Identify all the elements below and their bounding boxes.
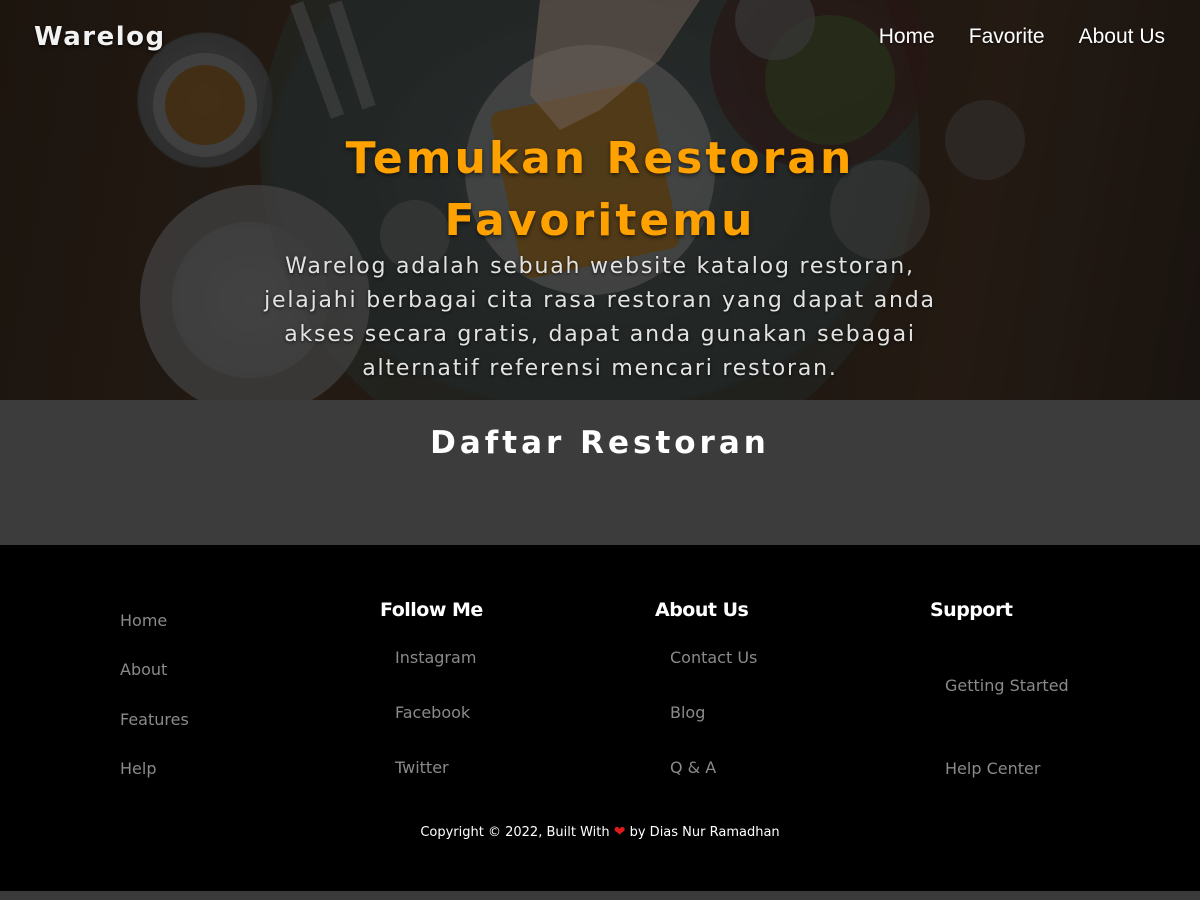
heart-icon: ❤ (613, 824, 626, 840)
restaurant-list-title: Daftar Restoran (430, 425, 770, 461)
footer-link-instagram[interactable]: Instagram (395, 647, 476, 669)
footer-link-features[interactable]: Features (120, 709, 189, 731)
copyright-prefix: Copyright © 2022, Built With (420, 825, 610, 840)
footer: Home About Features Help Follow Me Insta… (0, 545, 1200, 891)
bottom-strip (0, 891, 1200, 900)
footer-link-about[interactable]: About (120, 659, 167, 681)
brand-logo[interactable]: Warelog (34, 20, 166, 54)
footer-link-blog[interactable]: Blog (670, 702, 705, 724)
nav-about-us[interactable]: About Us (1079, 22, 1165, 52)
nav-favorite[interactable]: Favorite (969, 22, 1045, 52)
copyright-text: Copyright © 2022, Built With ❤ by Dias N… (0, 823, 1200, 842)
copyright-author: by Dias Nur Ramadhan (629, 825, 780, 840)
footer-heading-follow-me: Follow Me (380, 599, 483, 621)
footer-link-help[interactable]: Help (120, 758, 156, 780)
footer-link-qa[interactable]: Q & A (670, 757, 716, 779)
hero-description: Warelog adalah sebuah website katalog re… (264, 254, 936, 381)
nav-home[interactable]: Home (879, 22, 935, 52)
footer-link-twitter[interactable]: Twitter (395, 757, 449, 779)
footer-link-home[interactable]: Home (120, 610, 167, 632)
footer-link-getting-started[interactable]: Getting Started (945, 675, 1069, 697)
main-nav: Home Favorite About Us (879, 22, 1165, 52)
hero-title: Temukan Restoran Favoritemu (345, 133, 855, 246)
restaurant-list-section: Daftar Restoran (0, 400, 1200, 545)
hero-section: Warelog Home Favorite About Us Temukan R… (0, 0, 1200, 400)
footer-heading-about-us: About Us (655, 599, 749, 621)
footer-link-facebook[interactable]: Facebook (395, 702, 470, 724)
footer-link-contact-us[interactable]: Contact Us (670, 647, 757, 669)
footer-link-help-center[interactable]: Help Center (945, 758, 1040, 780)
footer-heading-support: Support (930, 599, 1013, 621)
